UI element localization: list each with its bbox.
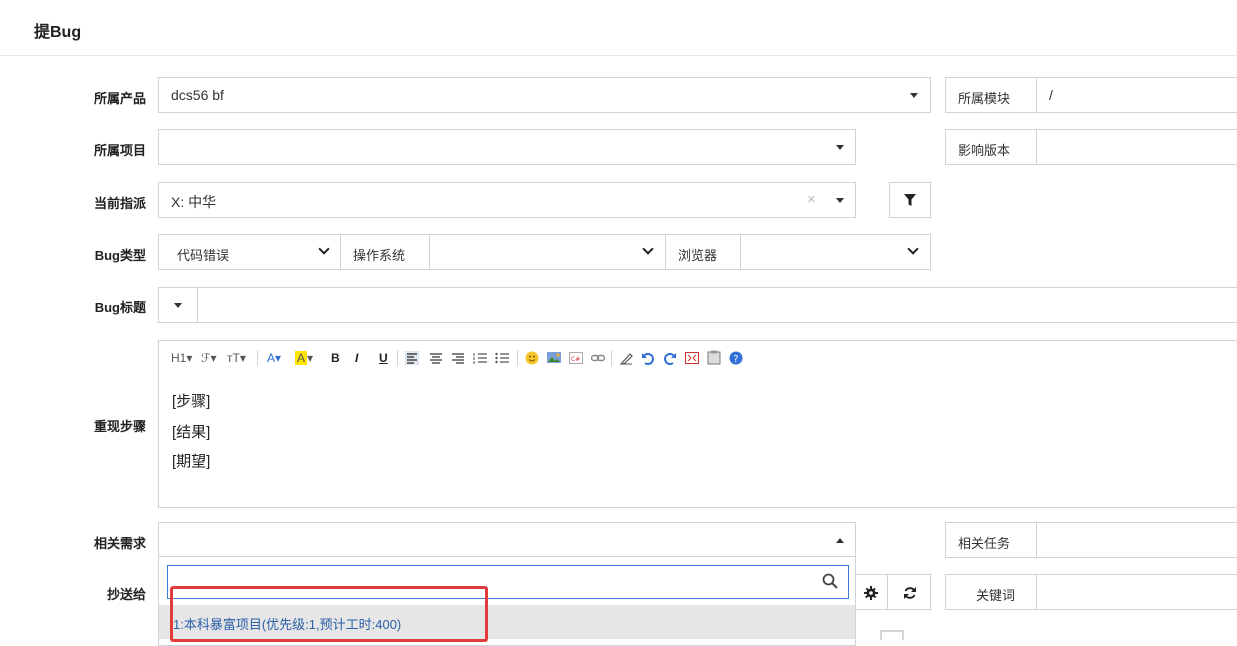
font-color-button[interactable]: A▾ [267, 348, 281, 368]
toolbar-separator [611, 350, 612, 366]
repro-steps-label: 重现步骤 [93, 419, 146, 434]
project-label: 所属项目 [93, 143, 146, 158]
assigned-to-select[interactable]: X: 中华 × [158, 182, 856, 218]
os-addon: 操作系统 [340, 234, 430, 270]
editor-toolbar: H1▾ ℱ▾ тT▾ A▾ A ▾ B I U C# ? [171, 348, 971, 368]
keywords-input[interactable] [1036, 574, 1237, 610]
heading-button[interactable]: H1▾ [171, 348, 192, 368]
settings-button[interactable] [852, 574, 888, 610]
title-color-button[interactable] [158, 287, 198, 323]
page-title: 提Bug [34, 24, 82, 41]
related-task-select[interactable] [1036, 522, 1237, 558]
module-value: / [1049, 87, 1053, 103]
bug-title-label: Bug标题 [94, 300, 146, 315]
caret-down-icon [174, 303, 182, 308]
browser-addon: 浏览器 [665, 234, 741, 270]
bug-type-value: 代码错误 [177, 248, 230, 263]
clipboard-icon[interactable] [707, 350, 721, 365]
italic-button[interactable]: I [355, 348, 358, 368]
os-select[interactable] [429, 234, 666, 270]
help-icon[interactable]: ? [729, 351, 743, 365]
code-icon[interactable]: C# [569, 351, 583, 365]
toolbar-separator [397, 350, 398, 366]
chevron-down-icon [318, 243, 330, 255]
related-story-select[interactable] [158, 522, 856, 558]
project-select[interactable] [158, 129, 856, 165]
emoji-icon[interactable] [525, 351, 539, 365]
font-size-button[interactable]: тT▾ [227, 348, 246, 368]
repro-steps-editor[interactable]: H1▾ ℱ▾ тT▾ A▾ A ▾ B I U C# ? [步骤] [结果] [期… [158, 340, 1237, 508]
filter-button[interactable] [889, 182, 931, 218]
assigned-label: 当前指派 [93, 196, 146, 211]
page-header [0, 0, 1237, 56]
redo-icon[interactable] [663, 351, 677, 365]
product-select[interactable]: dcs56 bf [158, 77, 931, 113]
product-label: 所属产品 [93, 91, 146, 106]
related-story-label: 相关需求 [93, 536, 146, 551]
toolbar-separator [257, 350, 258, 366]
chevron-down-icon [642, 243, 654, 255]
search-icon [822, 573, 838, 589]
eraser-icon[interactable] [619, 351, 633, 365]
affected-version-addon: 影响版本 [945, 129, 1037, 165]
gear-icon [864, 586, 878, 600]
chevron-down-icon [907, 243, 919, 255]
bug-type-label: Bug类型 [94, 248, 146, 263]
result-line: [结果] [172, 424, 211, 441]
keywords-addon: 关键词 [945, 574, 1037, 610]
affected-version-select[interactable] [1036, 129, 1237, 165]
module-label-addon: 所属模块 [945, 77, 1037, 113]
align-center-icon[interactable] [429, 351, 443, 365]
assigned-value: X: 中华 [171, 194, 217, 210]
steps-line: [步骤] [172, 393, 211, 410]
svg-text:C#: C# [571, 356, 580, 363]
ordered-list-icon[interactable] [473, 351, 487, 365]
refresh-icon [904, 587, 916, 599]
undo-icon[interactable] [641, 351, 655, 365]
bg-color-button[interactable]: A ▾ [295, 348, 313, 368]
image-icon[interactable] [547, 351, 561, 365]
bold-button[interactable]: B [331, 348, 340, 368]
toolbar-separator [517, 350, 518, 366]
underline-button[interactable]: U [379, 348, 388, 368]
svg-text:?: ? [733, 354, 738, 365]
browser-select[interactable] [740, 234, 931, 270]
fullscreen-icon[interactable] [685, 351, 699, 365]
related-task-addon: 相关任务 [945, 522, 1037, 558]
module-select[interactable]: / [1036, 77, 1237, 113]
bug-title-input[interactable] [197, 287, 1237, 323]
highlight-annotation [170, 586, 488, 642]
clear-icon[interactable]: × [807, 191, 816, 208]
refresh-button[interactable] [887, 574, 931, 610]
caret-up-icon [836, 538, 844, 543]
align-right-icon[interactable] [451, 351, 465, 365]
unordered-list-icon[interactable] [495, 351, 509, 365]
cc-label: 抄送给 [106, 587, 146, 602]
font-family-button[interactable]: ℱ▾ [201, 348, 216, 368]
caret-down-icon [836, 198, 844, 203]
link-icon[interactable] [591, 351, 605, 365]
caret-down-icon [836, 145, 844, 150]
align-left-icon[interactable] [405, 351, 419, 365]
bug-type-select[interactable]: 代码错误 [158, 234, 342, 270]
background-shape [880, 630, 904, 640]
expected-line: [期望] [172, 453, 211, 470]
product-value: dcs56 bf [171, 87, 224, 103]
filter-icon [904, 194, 916, 206]
caret-down-icon [910, 93, 918, 98]
